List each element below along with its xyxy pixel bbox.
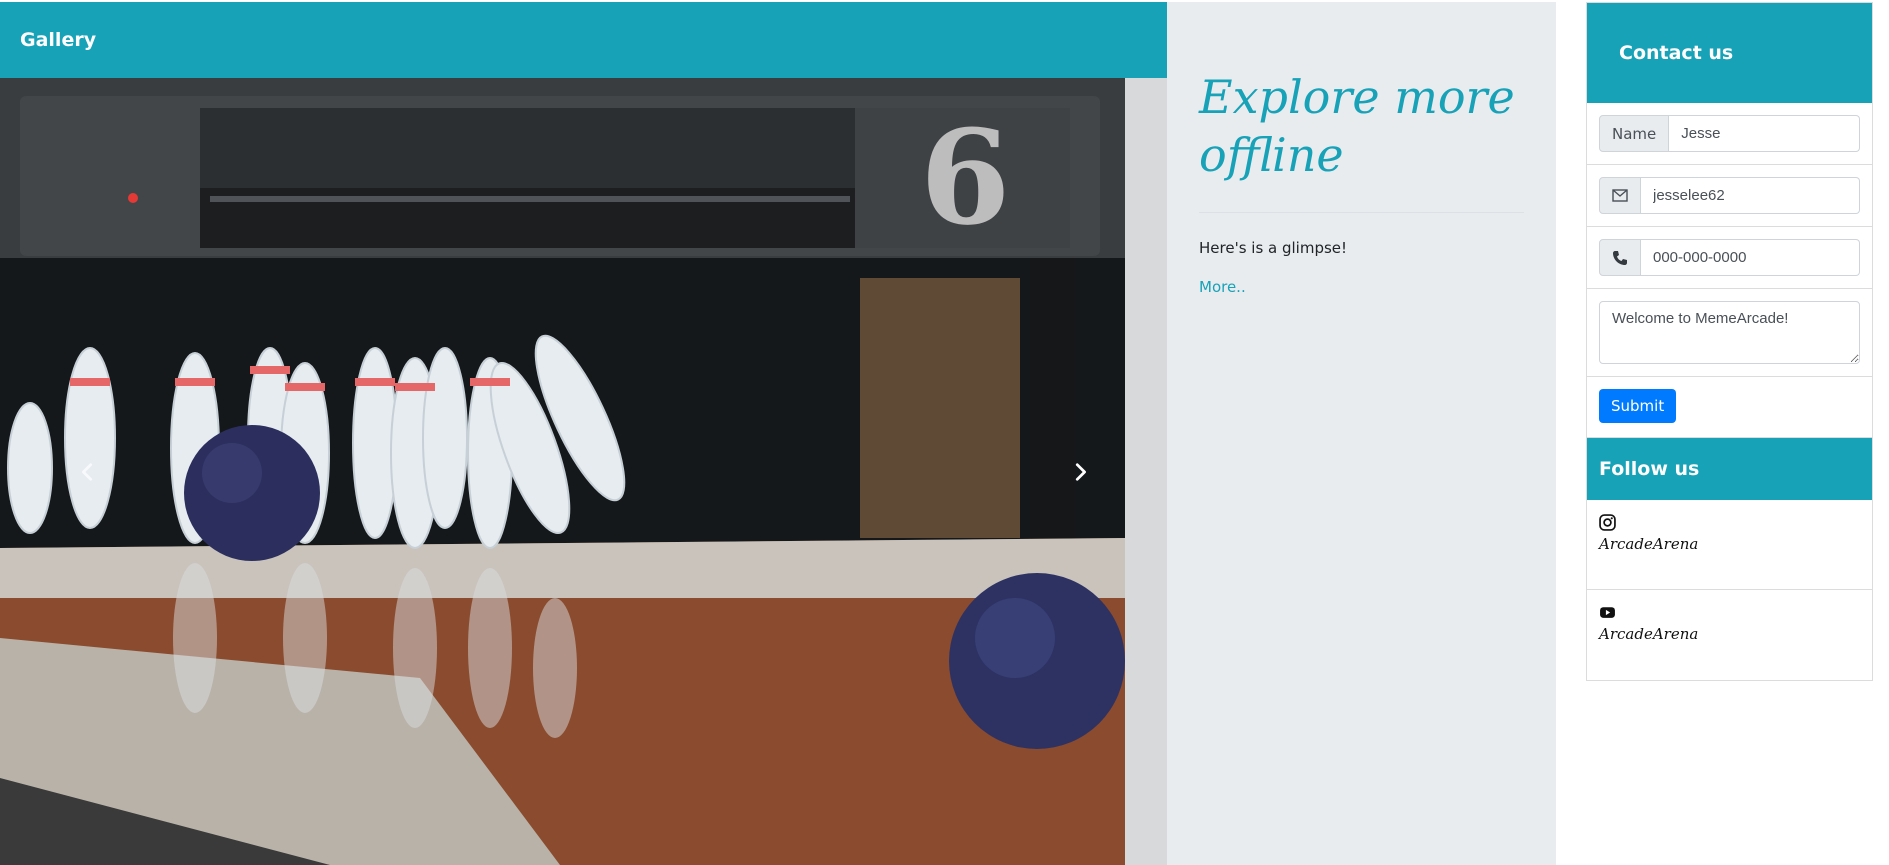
carousel-next-button[interactable] xyxy=(992,78,1167,865)
explore-heading: Explore more offline xyxy=(1199,70,1515,182)
phone-row xyxy=(1587,227,1872,289)
contact-panel: Contact us Name Jesse jesselee62 000-000… xyxy=(1586,2,1873,681)
email-input[interactable] xyxy=(1641,177,1860,214)
name-input[interactable] xyxy=(1669,115,1860,152)
explore-panel: Explore more offline Here's is a glimpse… xyxy=(1167,2,1556,865)
contact-header: Contact us xyxy=(1587,3,1872,103)
name-label: Name xyxy=(1599,115,1670,152)
name-input-group: Name xyxy=(1599,115,1860,152)
phone-input[interactable] xyxy=(1641,239,1860,276)
carousel-prev-button[interactable] xyxy=(0,78,175,865)
explore-text: Here's is a glimpse! xyxy=(1199,239,1348,257)
gallery-header: Gallery xyxy=(0,2,1167,78)
chevron-right-icon xyxy=(1075,462,1086,481)
name-row: Name xyxy=(1587,103,1872,165)
youtube-icon xyxy=(1600,607,1615,618)
submit-row: Submit xyxy=(1587,377,1872,438)
chevron-left-icon xyxy=(81,462,92,481)
gallery-title: Gallery xyxy=(20,29,97,51)
email-row xyxy=(1587,165,1872,227)
message-row: Welcome to MemeArcade! xyxy=(1587,289,1872,377)
envelope-icon xyxy=(1599,177,1641,214)
follow-title: Follow us xyxy=(1599,458,1700,480)
phone-icon xyxy=(1599,239,1641,276)
youtube-handle: ArcadeArena xyxy=(1599,625,1699,643)
more-link[interactable]: More.. xyxy=(1199,278,1246,296)
gallery-section: Gallery 6 xyxy=(0,2,1167,865)
follow-header: Follow us xyxy=(1587,438,1872,500)
instagram-icon xyxy=(1599,514,1616,531)
phone-input-group xyxy=(1599,239,1860,276)
gallery-carousel[interactable]: 6 xyxy=(0,78,1167,865)
social-item-youtube[interactable]: ArcadeArena xyxy=(1587,590,1872,680)
page: Gallery 6 Explore more offline Here's is… xyxy=(0,0,1889,865)
divider xyxy=(1199,212,1524,213)
contact-title: Contact us xyxy=(1619,42,1734,64)
message-textarea[interactable]: Welcome to MemeArcade! xyxy=(1599,301,1860,364)
instagram-handle: ArcadeArena xyxy=(1599,535,1699,553)
submit-button[interactable]: Submit xyxy=(1599,389,1677,423)
social-item-instagram[interactable]: ArcadeArena xyxy=(1587,500,1872,590)
email-input-group xyxy=(1599,177,1860,214)
